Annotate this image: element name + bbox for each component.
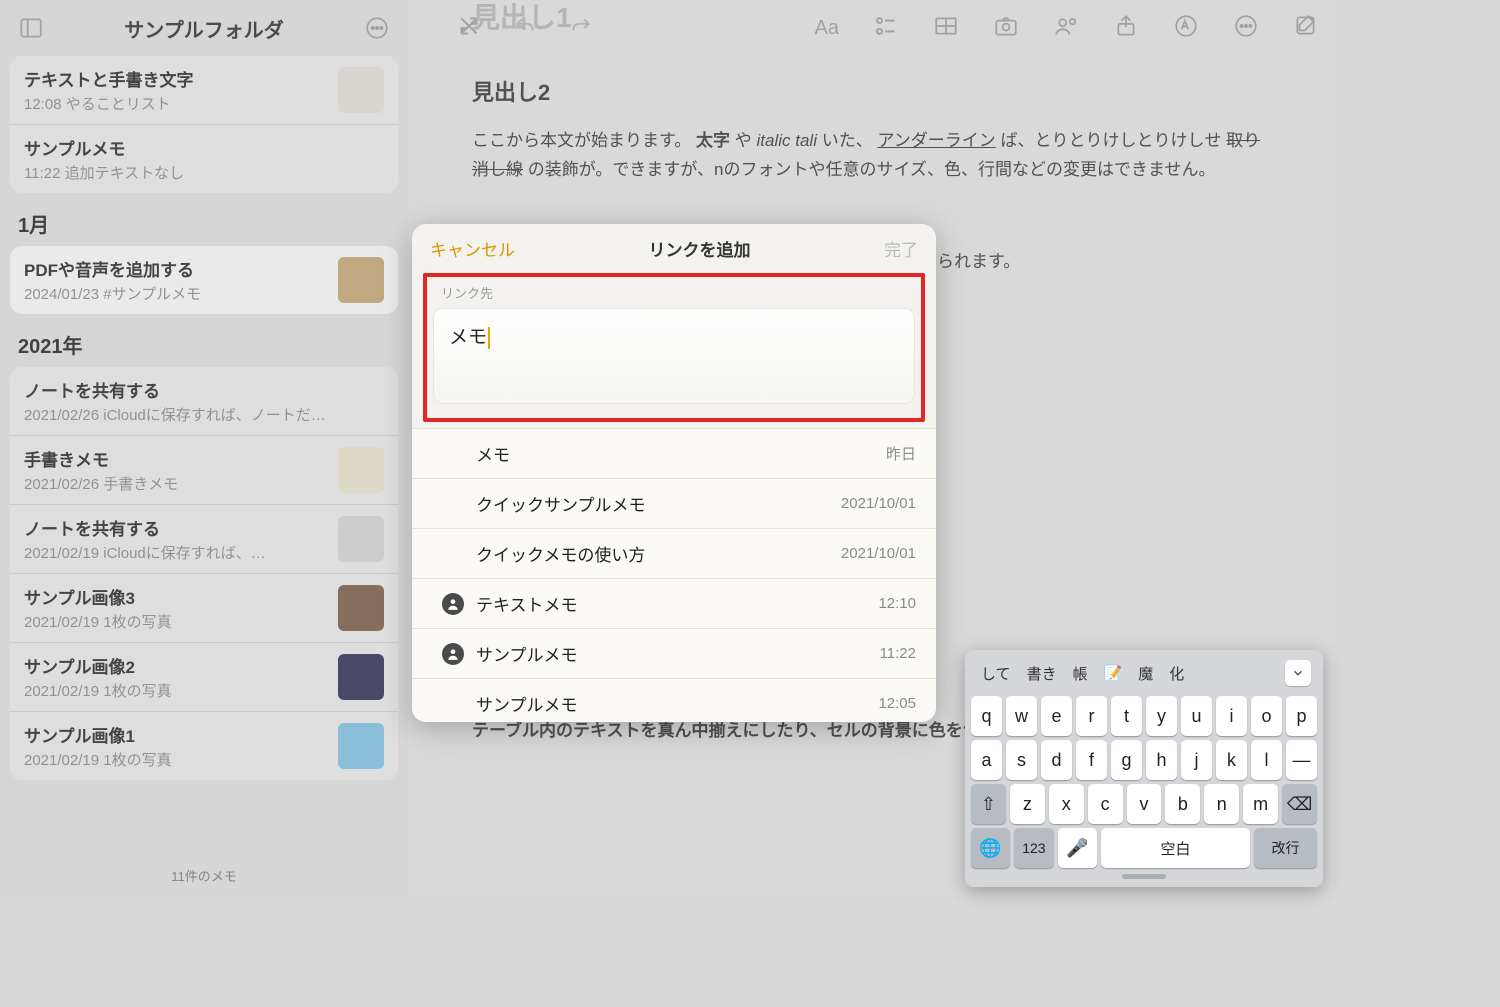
note-row[interactable]: サンプル画像12021/02/19 1枚の写真: [10, 712, 398, 780]
key-m[interactable]: m: [1243, 784, 1278, 824]
key-o[interactable]: o: [1251, 696, 1282, 736]
mic-key[interactable]: 🎤: [1058, 828, 1097, 868]
collaborate-icon[interactable]: [1053, 13, 1079, 44]
modal-cancel-button[interactable]: キャンセル: [430, 236, 515, 261]
sidebar-header: サンプルフォルダ: [0, 0, 408, 56]
section-label: 2021年: [10, 314, 398, 367]
link-suggestion-item[interactable]: クイックサンプルメモ2021/10/01: [412, 479, 936, 529]
globe-key[interactable]: 🌐: [971, 828, 1010, 868]
return-key[interactable]: 改行: [1254, 828, 1317, 868]
key-r[interactable]: r: [1076, 696, 1107, 736]
link-suggestion-item[interactable]: メモ昨日: [412, 428, 936, 479]
add-link-modal: キャンセル リンクを追加 完了 リンク先 メモ メモ昨日クイックサンプルメモ20…: [412, 224, 936, 722]
key-l[interactable]: l: [1251, 740, 1282, 780]
key-g[interactable]: g: [1111, 740, 1142, 780]
key-z[interactable]: z: [1010, 784, 1045, 824]
key-y[interactable]: y: [1146, 696, 1177, 736]
note-row[interactable]: サンプル画像22021/02/19 1枚の写真: [10, 643, 398, 712]
key-⌫[interactable]: ⌫: [1282, 784, 1317, 824]
space-key[interactable]: 空白: [1101, 828, 1250, 868]
note-row[interactable]: 手書きメモ2021/02/26 手書きメモ: [10, 436, 398, 505]
key-a[interactable]: a: [971, 740, 1002, 780]
key-f[interactable]: f: [1076, 740, 1107, 780]
key-e[interactable]: e: [1041, 696, 1072, 736]
candidate[interactable]: 書き: [1023, 661, 1061, 686]
more-icon[interactable]: [1233, 13, 1259, 44]
link-suggestions: メモ昨日クイックサンプルメモ2021/10/01クイックメモの使い方2021/1…: [412, 428, 936, 722]
candidate[interactable]: して: [977, 661, 1015, 686]
keyboard-drag-handle[interactable]: [1122, 874, 1166, 879]
sidebar-more-icon[interactable]: [360, 11, 394, 45]
key-v[interactable]: v: [1127, 784, 1162, 824]
text-caret: [488, 327, 490, 349]
candidate[interactable]: 化: [1165, 661, 1188, 686]
link-field-label: リンク先: [433, 281, 915, 308]
note-row[interactable]: サンプル画像32021/02/19 1枚の写真: [10, 574, 398, 643]
camera-icon[interactable]: [993, 13, 1019, 44]
note-heading-faded: 見出し1: [472, 0, 572, 36]
link-field-highlight: リンク先 メモ: [423, 273, 925, 422]
notes-sidebar: サンプルフォルダ テキストと手書き文字12:08 やることリストサンプルメモ11…: [0, 0, 408, 895]
key-j[interactable]: j: [1181, 740, 1212, 780]
text-format-icon[interactable]: Aa: [815, 17, 839, 40]
note-row[interactable]: サンプルメモ11:22 追加テキストなし: [10, 125, 398, 193]
key-w[interactable]: w: [1006, 696, 1037, 736]
note-row[interactable]: ノートを共有する2021/02/26 iCloudに保存すれば、ノートだ…: [10, 367, 398, 436]
key-c[interactable]: c: [1088, 784, 1123, 824]
person-icon: [442, 643, 464, 665]
candidate[interactable]: 📝: [1100, 662, 1127, 684]
key-s[interactable]: s: [1006, 740, 1037, 780]
key-b[interactable]: b: [1165, 784, 1200, 824]
checklist-icon[interactable]: [873, 13, 899, 44]
modal-title: リンクを追加: [649, 236, 751, 261]
keyboard-candidates[interactable]: して書き帳 📝 魔化: [971, 656, 1317, 692]
markup-icon[interactable]: [1173, 13, 1199, 44]
table-icon[interactable]: [933, 13, 959, 44]
candidate[interactable]: 帳: [1069, 661, 1092, 686]
key-q[interactable]: q: [971, 696, 1002, 736]
notes-list: テキストと手書き文字12:08 やることリストサンプルメモ11:22 追加テキス…: [0, 56, 408, 860]
note-row[interactable]: テキストと手書き文字12:08 やることリスト: [10, 56, 398, 125]
note-heading2: 見出し2: [472, 74, 1271, 111]
key-x[interactable]: x: [1049, 784, 1084, 824]
link-suggestion-item[interactable]: テキストメモ12:10: [412, 579, 936, 629]
link-suggestion-item[interactable]: サンプルメモ12:05: [412, 679, 936, 722]
key-u[interactable]: u: [1181, 696, 1212, 736]
note-row[interactable]: PDFや音声を追加する2024/01/23 #サンプルメモ: [10, 246, 398, 314]
key-n[interactable]: n: [1204, 784, 1239, 824]
key-t[interactable]: t: [1111, 696, 1142, 736]
compose-icon[interactable]: [1293, 13, 1319, 44]
key-i[interactable]: i: [1216, 696, 1247, 736]
sidebar-toggle-icon[interactable]: [14, 11, 48, 45]
key-k[interactable]: k: [1216, 740, 1247, 780]
floating-keyboard[interactable]: して書き帳 📝 魔化 qwertyuiop asdfghjkl— ⇧zxcvbnm⌫…: [965, 650, 1323, 887]
link-suggestion-item[interactable]: クイックメモの使い方2021/10/01: [412, 529, 936, 579]
candidate-expand-icon[interactable]: [1285, 660, 1311, 686]
numbers-key[interactable]: 123: [1014, 828, 1053, 868]
note-row[interactable]: ノートを共有する2021/02/19 iCloudに保存すれば、…: [10, 505, 398, 574]
key-p[interactable]: p: [1286, 696, 1317, 736]
person-icon: [442, 593, 464, 615]
sidebar-footer: 11件のメモ: [0, 860, 408, 895]
sidebar-title: サンプルフォルダ: [48, 14, 360, 43]
key-⇧[interactable]: ⇧: [971, 784, 1006, 824]
section-label: 1月: [10, 193, 398, 246]
redo-icon[interactable]: [568, 13, 594, 44]
link-input[interactable]: メモ: [433, 308, 915, 404]
key-d[interactable]: d: [1041, 740, 1072, 780]
candidate[interactable]: 魔: [1134, 661, 1157, 686]
modal-done-button[interactable]: 完了: [884, 236, 918, 261]
key-h[interactable]: h: [1146, 740, 1177, 780]
link-suggestion-item[interactable]: サンプルメモ11:22: [412, 629, 936, 679]
key-—[interactable]: —: [1286, 740, 1317, 780]
share-icon[interactable]: [1113, 13, 1139, 44]
